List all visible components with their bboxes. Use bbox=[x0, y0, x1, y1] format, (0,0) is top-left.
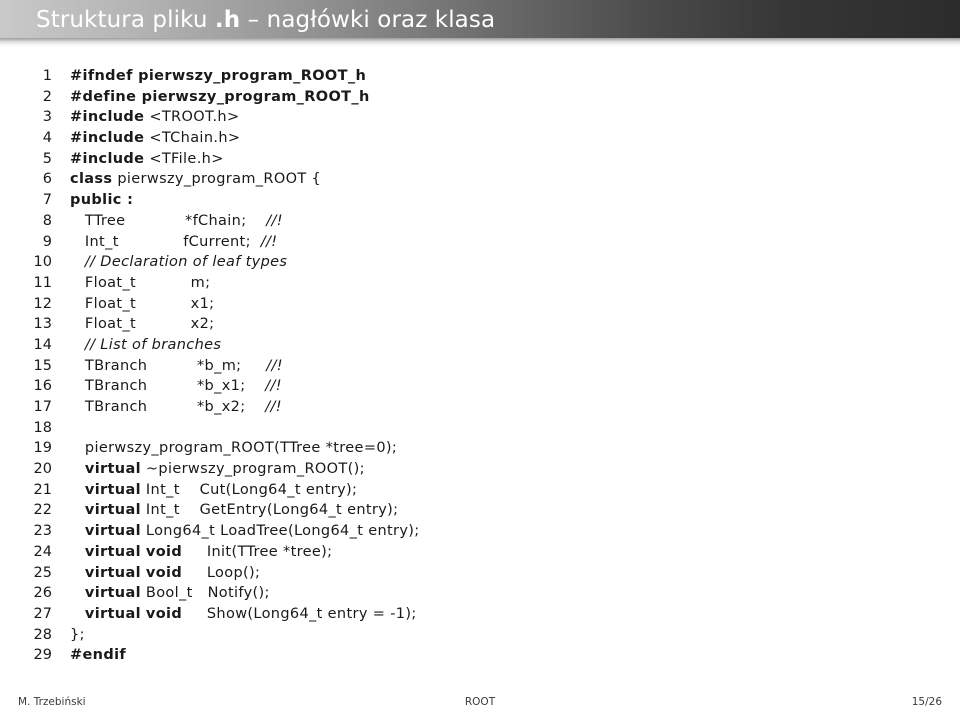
code-line: 9 Int_t fCurrent; //! bbox=[0, 234, 960, 255]
code-line: 1 #ifndef pierwszy_program_ROOT_h bbox=[0, 68, 960, 89]
code-line: 13 Float_t x2; bbox=[0, 316, 960, 337]
code-line-text: virtual void Loop(); bbox=[84, 564, 261, 581]
code-line: 28}; bbox=[0, 627, 960, 648]
code-line-number: 18 bbox=[33, 419, 52, 436]
code-line: 8 TTree *fChain; //! bbox=[0, 213, 960, 234]
code-line-text: virtual Int_t Cut(Long64_t entry); bbox=[84, 481, 358, 498]
code-line-text: #include <TFile.h> bbox=[70, 150, 224, 167]
code-line: 21 virtual Int_t Cut(Long64_t entry); bbox=[0, 482, 960, 503]
code-line-number: 10 bbox=[33, 254, 52, 271]
code-line-number: 25 bbox=[33, 564, 52, 581]
code-line-number: 11 bbox=[33, 274, 52, 291]
code-line-number: 9 bbox=[42, 233, 52, 250]
code-line: 16 TBranch *b_x1; //! bbox=[0, 378, 960, 399]
code-line-number: 6 bbox=[42, 171, 52, 188]
code-line-number: 22 bbox=[33, 502, 52, 519]
code-line-text: TBranch *b_x2; //! bbox=[84, 399, 282, 415]
code-listing: 1 #ifndef pierwszy_program_ROOT_h 2 #define… bbox=[0, 68, 960, 668]
code-line: 23 virtual Long64_t LoadTree(Long64_t en… bbox=[0, 523, 960, 544]
code-line-number: 7 bbox=[42, 192, 52, 209]
page-title-emphasis: .h bbox=[214, 7, 241, 33]
code-line-number: 29 bbox=[33, 647, 52, 664]
code-line-number: 20 bbox=[33, 461, 52, 478]
code-line-text: #include <TROOT.h> bbox=[70, 109, 240, 126]
code-line: 24 virtual void Init(TTree *tree); bbox=[0, 544, 960, 565]
code-line: 10 // Declaration of leaf types bbox=[0, 254, 960, 275]
code-line-number: 19 bbox=[33, 440, 52, 457]
code-line-number: 17 bbox=[33, 399, 52, 415]
code-line-number: 16 bbox=[33, 378, 52, 395]
code-line: 4 #include <TChain.h> bbox=[0, 130, 960, 151]
code-line: 5 #include <TFile.h> bbox=[0, 151, 960, 172]
code-line-text: public : bbox=[70, 192, 134, 209]
code-line: 7 public : bbox=[0, 192, 960, 213]
code-line: 25 virtual void Loop(); bbox=[0, 565, 960, 586]
code-line: 27 virtual void Show(Long64_t entry = -1… bbox=[0, 606, 960, 627]
code-line: 20 virtual ~pierwszy_program_ROOT(); bbox=[0, 461, 960, 482]
code-line-text: virtual Bool_t Notify(); bbox=[84, 585, 270, 602]
code-line-number: 28 bbox=[33, 626, 52, 643]
code-line-text: }; bbox=[70, 626, 85, 643]
code-line-number: 5 bbox=[42, 150, 52, 167]
code-line-number: 2 bbox=[42, 88, 52, 105]
code-line-text: // List of branches bbox=[70, 336, 222, 353]
code-line-number: 15 bbox=[33, 357, 52, 374]
code-line-text: virtual ~pierwszy_program_ROOT(); bbox=[84, 461, 365, 478]
code-line-number: 14 bbox=[33, 336, 52, 353]
code-line: 19 pierwszy_program_ROOT(TTree *tree=0); bbox=[0, 440, 960, 461]
footer-page-number: 15/26 bbox=[911, 696, 942, 708]
code-line-text: Int_t fCurrent; //! bbox=[84, 233, 278, 250]
code-line-number: 13 bbox=[33, 316, 52, 333]
code-line: 17 TBranch *b_x2; //! bbox=[0, 399, 960, 420]
page-title-suffix: – nagłówki oraz klasa bbox=[240, 7, 496, 33]
code-line: 29 #endif bbox=[0, 647, 960, 668]
code-line-number: 26 bbox=[33, 585, 52, 602]
code-line-number: 21 bbox=[33, 481, 52, 498]
code-line-text: TBranch *b_m; //! bbox=[84, 357, 283, 374]
code-line-text: virtual void Init(TTree *tree); bbox=[84, 543, 333, 560]
slide-footer: M. Trzebiński ROOT 15/26 bbox=[0, 696, 960, 712]
slide-title-bar: Struktura pliku .h – nagłówki oraz klasa bbox=[0, 0, 960, 38]
code-line: 18 bbox=[0, 420, 960, 441]
title-bar-shadow bbox=[0, 38, 960, 48]
page-title-prefix: Struktura pliku bbox=[36, 7, 215, 33]
code-line-text: virtual Long64_t LoadTree(Long64_t entry… bbox=[84, 523, 420, 540]
code-line: 12 Float_t x1; bbox=[0, 296, 960, 317]
code-line-text: pierwszy_program_ROOT(TTree *tree=0); bbox=[84, 440, 398, 457]
code-line: 11 Float_t m; bbox=[0, 275, 960, 296]
code-line-text: #define pierwszy_program_ROOT_h bbox=[70, 88, 370, 105]
code-line-number: 12 bbox=[33, 295, 52, 312]
code-line-text: #include <TChain.h> bbox=[70, 130, 241, 147]
code-line-text: // Declaration of leaf types bbox=[70, 254, 288, 271]
code-line-text: TTree *fChain; //! bbox=[84, 212, 283, 229]
code-line: 26 virtual Bool_t Notify(); bbox=[0, 585, 960, 606]
code-line-text: #ifndef pierwszy_program_ROOT_h bbox=[70, 68, 367, 84]
code-line-text: #endif bbox=[70, 647, 127, 664]
code-line-number: 1 bbox=[42, 68, 52, 84]
code-line-text: Float_t x1; bbox=[84, 295, 215, 312]
code-line: 3 #include <TROOT.h> bbox=[0, 109, 960, 130]
page-title: Struktura pliku .h – nagłówki oraz klasa bbox=[36, 6, 495, 35]
code-line: 22 virtual Int_t GetEntry(Long64_t entry… bbox=[0, 502, 960, 523]
code-line-text: virtual Int_t GetEntry(Long64_t entry); bbox=[84, 502, 399, 519]
code-line-number: 8 bbox=[42, 212, 52, 229]
code-line: 2 #define pierwszy_program_ROOT_h bbox=[0, 89, 960, 110]
code-line-number: 3 bbox=[42, 109, 52, 126]
code-line-text: Float_t m; bbox=[84, 274, 211, 291]
code-line: 14 // List of branches bbox=[0, 337, 960, 358]
code-line-number: 4 bbox=[42, 130, 52, 147]
code-line: 6 class pierwszy_program_ROOT { bbox=[0, 171, 960, 192]
footer-topic: ROOT bbox=[464, 696, 496, 708]
code-line-number: 27 bbox=[33, 605, 52, 622]
code-line: 15 TBranch *b_m; //! bbox=[0, 358, 960, 379]
code-line-text: virtual void Show(Long64_t entry = -1); bbox=[84, 605, 417, 622]
code-line-number: 23 bbox=[33, 523, 52, 540]
code-line-number: 24 bbox=[33, 543, 52, 560]
code-line-text: Float_t x2; bbox=[84, 316, 215, 333]
code-line-text: TBranch *b_x1; //! bbox=[84, 378, 282, 395]
code-line-text: class pierwszy_program_ROOT { bbox=[70, 171, 322, 188]
